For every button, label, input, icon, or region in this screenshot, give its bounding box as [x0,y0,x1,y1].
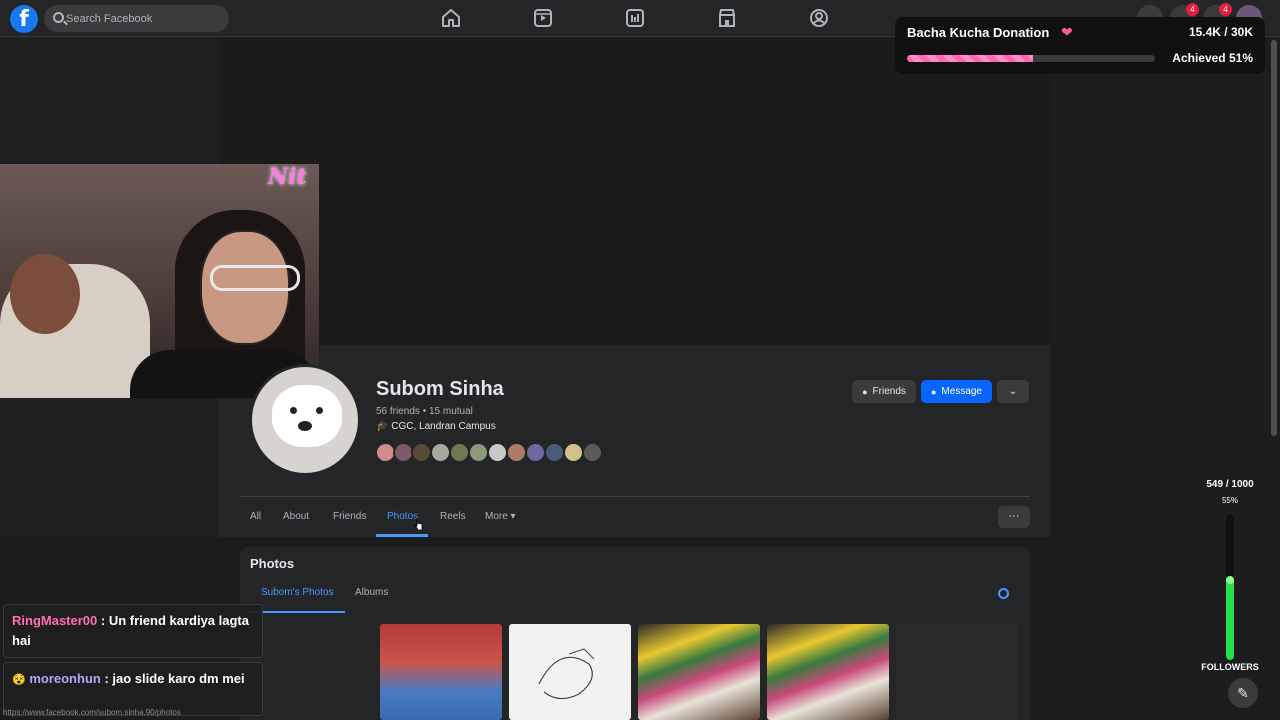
streamer-companion [0,254,150,398]
messenger-icon: ● [930,386,937,397]
search-icon[interactable] [998,588,1009,599]
search-icon [53,12,64,23]
chevron-down-icon: ⌄ [1008,386,1018,397]
followers-progress-fill [1226,580,1234,660]
sketch-drawing [538,648,595,700]
photos-title: Photos [250,556,295,571]
news-icon[interactable] [623,6,647,30]
page-scrollbar[interactable] [1271,40,1277,436]
chat-badge-icon: 😵 [12,674,26,686]
edit-icon[interactable]: ✎ [1228,678,1258,708]
status-bar-url: https://www.facebook.com/subom.sinha.90/… [3,708,181,717]
friends-summary[interactable]: 56 friends • 15 mutual [376,406,473,417]
right-empty-area [1051,37,1280,720]
friends-button[interactable]: ● Friends [852,380,916,403]
subtab-user-photos[interactable]: Subom's Photos [261,587,334,598]
donation-progress-fill [907,55,1034,62]
tabs-divider [240,496,1030,497]
followers-progress-knob [1226,576,1234,584]
notifications-badge: 4 [1219,3,1232,16]
chat-message: RingMaster00 : Un friend kardiya lagta h… [3,604,263,658]
followers-percent: 55% [1221,496,1238,505]
photo-thumbnail[interactable] [638,624,760,720]
home-icon[interactable] [439,6,463,30]
chat-text: jao slide karo dm mei [112,671,245,686]
neon-sign: Nit [268,164,307,190]
photo-thumbnail[interactable] [509,624,631,720]
messenger-badge: 4 [1186,3,1199,16]
friend-avatar[interactable] [506,442,527,463]
facebook-logo[interactable]: f [10,5,38,33]
friends-button-label: Friends [872,386,906,397]
friend-avatar[interactable] [468,442,489,463]
donation-progress-bar [907,55,1155,62]
tabs-options-button[interactable]: ··· [998,506,1030,528]
friend-avatar[interactable] [544,442,565,463]
mouse-cursor-icon [414,518,423,531]
tab-friends[interactable]: Friends [333,511,366,522]
profile-name[interactable]: Subom Sinha [376,378,504,401]
heart-icon: ❤ [1061,24,1073,40]
profile-picture[interactable] [249,364,361,476]
friend-avatar[interactable] [449,442,470,463]
donation-title: Bacha Kucha Donation [907,25,1050,40]
donation-achieved: Achieved 51% [1172,51,1253,65]
message-button[interactable]: ● Message [921,380,992,403]
friend-avatar[interactable] [487,442,508,463]
chat-username: moreonhun [29,671,101,686]
friend-avatar[interactable] [525,442,546,463]
search-input[interactable] [66,5,226,32]
search-box[interactable] [44,5,229,32]
chat-username: RingMaster00 [12,613,98,628]
tab-more[interactable]: More ▾ [485,511,516,522]
video-icon[interactable] [531,6,555,30]
tab-all[interactable]: All [250,511,261,522]
tab-reels[interactable]: Reels [440,511,466,522]
active-tab-indicator [376,534,428,537]
tab-about[interactable]: About [283,511,309,522]
friend-avatar[interactable] [582,442,603,463]
marketplace-icon[interactable] [715,6,739,30]
groups-icon[interactable] [807,6,831,30]
work-label: CGC, Landran Campus [391,421,496,432]
followers-label: FOLLOWERS [1201,662,1259,672]
friend-avatar[interactable] [563,442,584,463]
friend-avatar[interactable] [411,442,432,463]
photo-thumbnail[interactable] [380,624,502,720]
person-icon: ● [862,386,868,397]
message-button-label: Message [941,386,982,397]
photo-thumbnail[interactable] [767,624,889,720]
work-info: 🎓 CGC, Landran Campus [376,421,496,432]
friend-avatar[interactable] [430,442,451,463]
profile-options-button[interactable]: ⌄ [997,380,1029,403]
cover-photo[interactable] [219,37,1051,345]
subtab-albums[interactable]: Albums [355,587,388,598]
followers-count: 549 / 1000 [1206,479,1254,490]
photo-thumbnail[interactable] [896,624,1018,720]
graduation-cap-icon: 🎓 [376,421,389,432]
webcam-overlay: Nit [0,164,319,398]
donation-amount: 15.4K / 30K [1188,25,1253,39]
active-subtab-indicator [250,611,345,613]
followers-progress-bar [1226,514,1234,660]
donation-widget: Bacha Kucha Donation ❤ 15.4K / 30K Achie… [895,17,1265,74]
